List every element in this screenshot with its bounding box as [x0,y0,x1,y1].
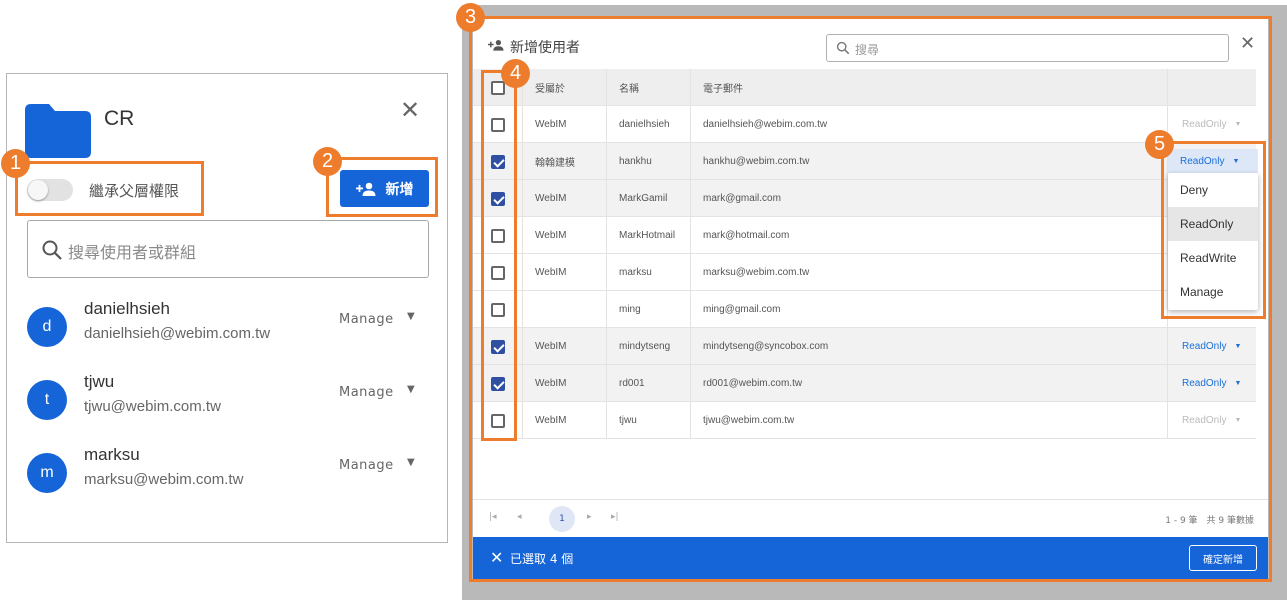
folder-permission-panel: CR ✕ 繼承父層權限 新增 搜尋使用者或群組 d danielhsieh da… [6,73,448,543]
member-email: danielhsieh@webim.com.tw [84,325,271,342]
avatar: t [27,380,67,420]
callout-badge-5: 5 [1145,130,1174,159]
callout-box-3 [469,16,1272,582]
search-placeholder: 搜尋使用者或群組 [68,243,197,262]
callout-badge-4: 4 [501,59,530,88]
member-permission-select[interactable]: Manage [339,458,394,473]
folder-title: CR [104,107,135,130]
chevron-down-icon[interactable]: ▼ [407,384,415,395]
member-email: tjwu@webim.com.tw [84,398,221,415]
avatar: d [27,307,67,347]
callout-box-1 [15,161,204,216]
member-permission-select[interactable]: Manage [339,312,394,327]
callout-badge-2: 2 [313,147,342,176]
chevron-down-icon[interactable]: ▼ [407,311,415,322]
member-name: danielhsieh [84,299,171,318]
callout-box-2 [326,157,438,217]
callout-badge-3: 3 [456,3,485,32]
member-row: t tjwu tjwu@webim.com.tw Manage ▼ [27,372,427,428]
folder-icon [25,104,91,158]
member-row: m marksu marksu@webim.com.tw Manage ▼ [27,445,427,501]
search-icon [42,240,62,260]
member-email: marksu@webim.com.tw [84,471,244,488]
callout-box-5 [1161,141,1266,319]
callout-box-4 [481,70,517,441]
chevron-down-icon[interactable]: ▼ [407,457,415,468]
close-icon[interactable]: ✕ [400,98,420,122]
member-row: d danielhsieh danielhsieh@webim.com.tw M… [27,299,427,355]
member-permission-select[interactable]: Manage [339,385,394,400]
callout-badge-1: 1 [1,149,30,178]
member-name: tjwu [84,372,115,391]
member-name: marksu [84,445,140,464]
user-group-search-input[interactable]: 搜尋使用者或群組 [27,220,429,278]
avatar: m [27,453,67,493]
